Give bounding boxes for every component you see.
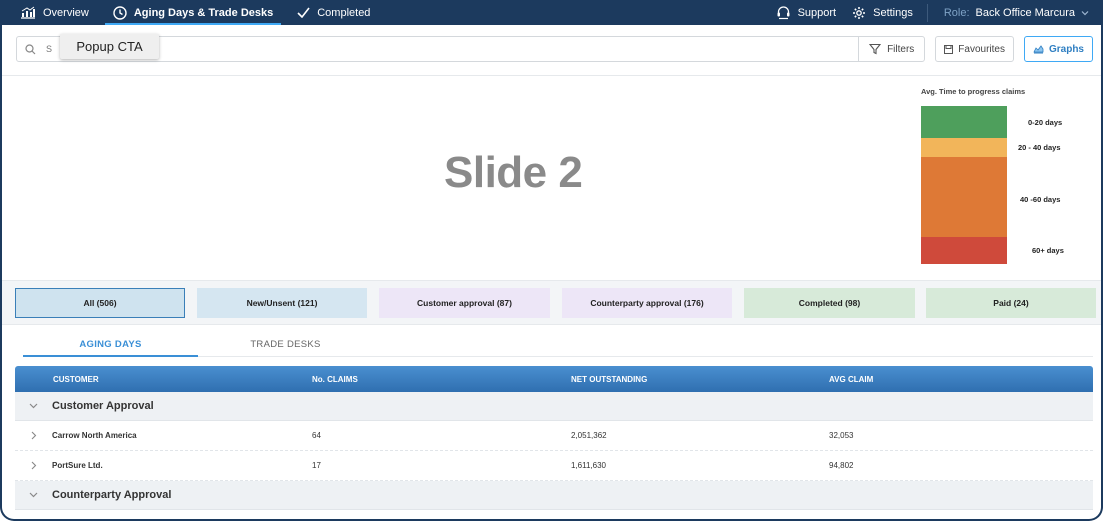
group-name: Customer Approval xyxy=(52,400,154,412)
check-icon xyxy=(297,7,310,18)
tab-overview[interactable]: Overview xyxy=(12,0,97,25)
legend-label-40-60: 40 -60 days xyxy=(1020,195,1061,204)
tab-aging-days-view[interactable]: AGING DAYS xyxy=(23,333,198,357)
divider xyxy=(2,75,1101,76)
cell-avg-claim: 32,053 xyxy=(829,431,854,440)
chevron-down-icon xyxy=(1081,10,1089,16)
legend-segment-40-60 xyxy=(921,157,1007,237)
cell-net-outstanding: 1,611,630 xyxy=(571,461,606,470)
search-icon xyxy=(25,43,36,55)
clock-icon xyxy=(113,5,127,20)
legend-label-60-plus: 60+ days xyxy=(1032,246,1064,255)
sub-tabs: AGING DAYS TRADE DESKS xyxy=(23,333,1093,357)
search-row: Filters Favourites Graphs xyxy=(16,36,1093,62)
chevron-down-icon xyxy=(29,481,38,509)
nav-right: Support Settings Role: Back Office Marcu… xyxy=(768,0,1101,25)
gear-icon xyxy=(852,6,866,20)
filters-button[interactable]: Filters xyxy=(858,37,924,61)
legend-label-20-40: 20 - 40 days xyxy=(1018,143,1061,152)
role-value: Back Office Marcura xyxy=(975,6,1075,19)
settings-link[interactable]: Settings xyxy=(844,0,921,25)
save-icon xyxy=(944,44,954,54)
graphs-label: Graphs xyxy=(1048,43,1084,55)
legend-segment-0-20 xyxy=(921,106,1007,138)
table-row[interactable]: Carrow North America 64 2,051,362 32,053 xyxy=(15,421,1093,451)
legend-title: Avg. Time to progress claims xyxy=(921,87,1026,96)
claims-table: CUSTOMER No. CLAIMS NET OUTSTANDING AVG … xyxy=(15,366,1093,510)
group-row-counterparty-approval[interactable]: Counterparty Approval xyxy=(15,481,1093,510)
tab-overview-label: Overview xyxy=(43,6,89,19)
status-bar: All (506) New/Unsent (121) Customer appr… xyxy=(2,280,1101,325)
headset-icon xyxy=(776,5,791,20)
table-header: CUSTOMER No. CLAIMS NET OUTSTANDING AVG … xyxy=(15,366,1093,392)
area-chart-icon xyxy=(1033,44,1044,54)
support-link[interactable]: Support xyxy=(768,0,845,25)
tab-completed-label: Completed xyxy=(317,6,371,19)
favourites-label: Favourites xyxy=(958,43,1005,55)
tab-aging-days[interactable]: Aging Days & Trade Desks xyxy=(104,0,282,25)
tab-aging-days-label: Aging Days & Trade Desks xyxy=(133,6,274,19)
chevron-right-icon xyxy=(31,451,37,480)
chevron-right-icon xyxy=(31,421,37,450)
status-tab-all[interactable]: All (506) xyxy=(15,288,185,318)
cell-net-outstanding: 2,051,362 xyxy=(571,431,607,440)
filters-label: Filters xyxy=(887,43,915,55)
role-label: Role: xyxy=(943,6,970,19)
favourites-button[interactable]: Favourites xyxy=(935,36,1014,62)
funnel-icon xyxy=(869,43,882,55)
chevron-down-icon xyxy=(29,392,38,420)
status-tab-paid[interactable]: Paid (24) xyxy=(926,288,1096,318)
legend-bar xyxy=(921,106,1007,264)
tab-trade-desks-view[interactable]: TRADE DESKS xyxy=(198,333,373,355)
table-row[interactable]: PortSure Ltd. 17 1,611,630 94,802 xyxy=(15,451,1093,481)
column-header-customer[interactable]: CUSTOMER xyxy=(53,366,99,392)
cell-customer: PortSure Ltd. xyxy=(52,461,103,470)
column-header-claims[interactable]: No. CLAIMS xyxy=(312,366,358,392)
status-tab-customer-approval[interactable]: Customer approval (87) xyxy=(379,288,550,318)
settings-label: Settings xyxy=(873,6,913,19)
cell-avg-claim: 94,802 xyxy=(829,461,854,470)
app-frame: Overview Aging Days & Trade Desks Comple… xyxy=(0,0,1103,521)
status-tab-completed[interactable]: Completed (98) xyxy=(744,288,915,318)
graphs-button[interactable]: Graphs xyxy=(1023,36,1093,62)
top-nav: Overview Aging Days & Trade Desks Comple… xyxy=(2,0,1101,25)
status-tab-counterparty-approval[interactable]: Counterparty approval (176) xyxy=(562,288,732,318)
column-header-avg-claim[interactable]: AVG CLAIM xyxy=(829,366,873,392)
slide-title: Slide 2 xyxy=(444,148,583,197)
group-row-customer-approval[interactable]: Customer Approval xyxy=(15,392,1093,421)
legend-segment-20-40 xyxy=(921,138,1007,157)
column-header-net-outstanding[interactable]: NET OUTSTANDING xyxy=(571,366,647,392)
legend-label-0-20: 0-20 days xyxy=(1028,118,1063,127)
support-label: Support xyxy=(797,6,837,19)
popup-cta[interactable]: Popup CTA xyxy=(60,34,159,59)
cell-claims: 64 xyxy=(312,431,321,440)
tab-completed[interactable]: Completed xyxy=(289,0,378,25)
bar-chart-icon xyxy=(20,6,36,19)
nav-divider xyxy=(926,3,928,22)
cell-customer: Carrow North America xyxy=(52,431,137,440)
status-tab-new-unsent[interactable]: New/Unsent (121) xyxy=(197,288,367,318)
group-name: Counterparty Approval xyxy=(52,489,172,501)
cell-claims: 17 xyxy=(312,461,321,470)
legend-segment-60-plus xyxy=(921,237,1007,264)
role-selector[interactable]: Role: Back Office Marcura xyxy=(936,0,1101,25)
